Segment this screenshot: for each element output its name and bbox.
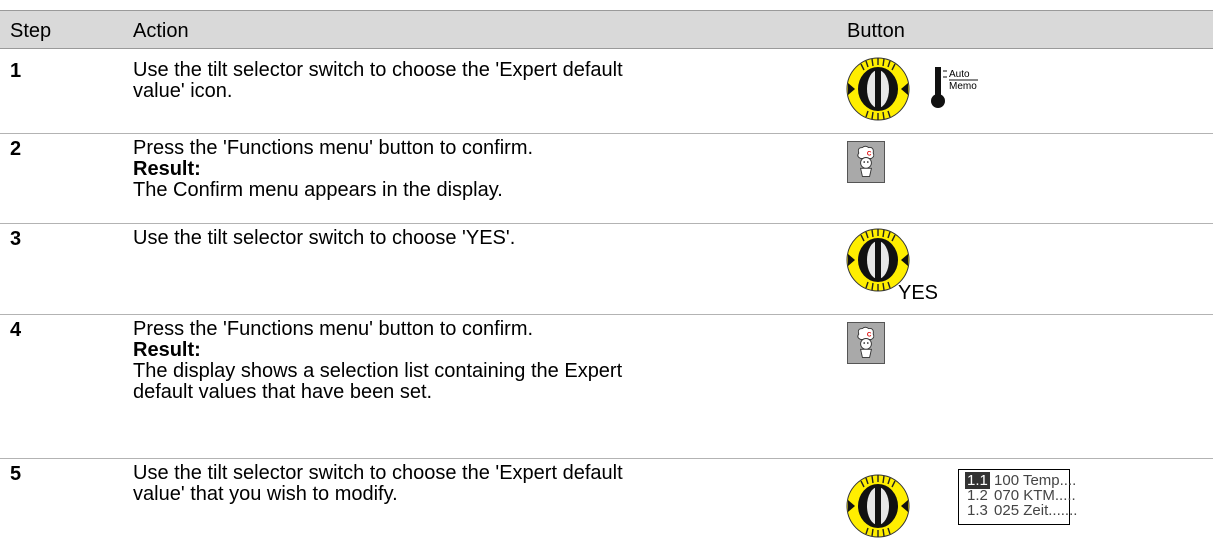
- step-action: Use the tilt selector switch to choose t…: [133, 60, 813, 102]
- table-row-5: 5 Use the tilt selector switch to choose…: [0, 459, 1213, 552]
- action-line: Press the 'Functions menu' button to con…: [133, 137, 534, 159]
- step-action: Use the tilt selector switch to choose t…: [133, 463, 813, 505]
- tilt-selector-switch-icon: [846, 57, 910, 121]
- action-line: value' icon.: [133, 80, 233, 102]
- action-line: Use the tilt selector switch to choose t…: [133, 462, 623, 484]
- table-row-3: 3 Use the tilt selector switch to choose…: [0, 224, 1213, 315]
- chef-icon: [857, 326, 875, 358]
- step-action: Press the 'Functions menu' button to con…: [133, 138, 813, 201]
- result-line: The Confirm menu appears in the display.: [133, 179, 503, 201]
- list-item: 1.2 070 KTM.....: [965, 488, 1076, 503]
- result-line: default values that have been set.: [133, 381, 433, 403]
- chef-icon: [857, 145, 875, 177]
- step-action: Use the tilt selector switch to choose '…: [133, 228, 813, 249]
- action-line: Press the 'Functions menu' button to con…: [133, 318, 534, 340]
- step-number: 2: [10, 138, 22, 160]
- action-line: Use the tilt selector switch to choose '…: [133, 227, 516, 249]
- step-number: 3: [10, 228, 22, 250]
- list-index: 1.3: [967, 502, 988, 519]
- result-label: Result:: [133, 339, 201, 361]
- result-line: The display shows a selection list conta…: [133, 360, 623, 382]
- functions-menu-button: [847, 141, 885, 183]
- step-number: 5: [10, 463, 22, 485]
- action-line: Use the tilt selector switch to choose t…: [133, 59, 623, 81]
- result-label: Result:: [133, 158, 201, 180]
- table-row-4: 4 Press the 'Functions menu' button to c…: [0, 315, 1213, 459]
- table-row-1: 1 Use the tilt selector switch to choose…: [0, 48, 1213, 134]
- step-action: Press the 'Functions menu' button to con…: [133, 319, 813, 403]
- table-header: Step Action Button: [0, 10, 1213, 49]
- header-action: Action: [133, 20, 189, 42]
- step-number: 4: [10, 319, 22, 341]
- step-number: 1: [10, 60, 22, 82]
- yes-label: YES: [898, 282, 939, 304]
- table-row-2: 2 Press the 'Functions menu' button to c…: [0, 134, 1213, 224]
- icon-text-auto: Auto: [949, 69, 970, 80]
- tilt-selector-switch-icon: [846, 474, 910, 538]
- list-text: 025 Zeit.......: [994, 502, 1078, 519]
- action-line: value' that you wish to modify.: [133, 483, 398, 505]
- list-item: 1.3 025 Zeit.......: [965, 502, 1077, 519]
- icon-text-memo: Memo: [949, 81, 977, 92]
- header-button: Button: [847, 20, 905, 42]
- list-item: 1.1 100 Temp....: [965, 472, 1076, 489]
- display-list: 1.1 100 Temp.... 1.2 070 KTM..... 1.3 02…: [958, 469, 1077, 525]
- header-step: Step: [10, 20, 52, 42]
- functions-menu-button: [847, 322, 885, 364]
- auto-memo-thermometer-icon: Auto Memo: [931, 67, 978, 108]
